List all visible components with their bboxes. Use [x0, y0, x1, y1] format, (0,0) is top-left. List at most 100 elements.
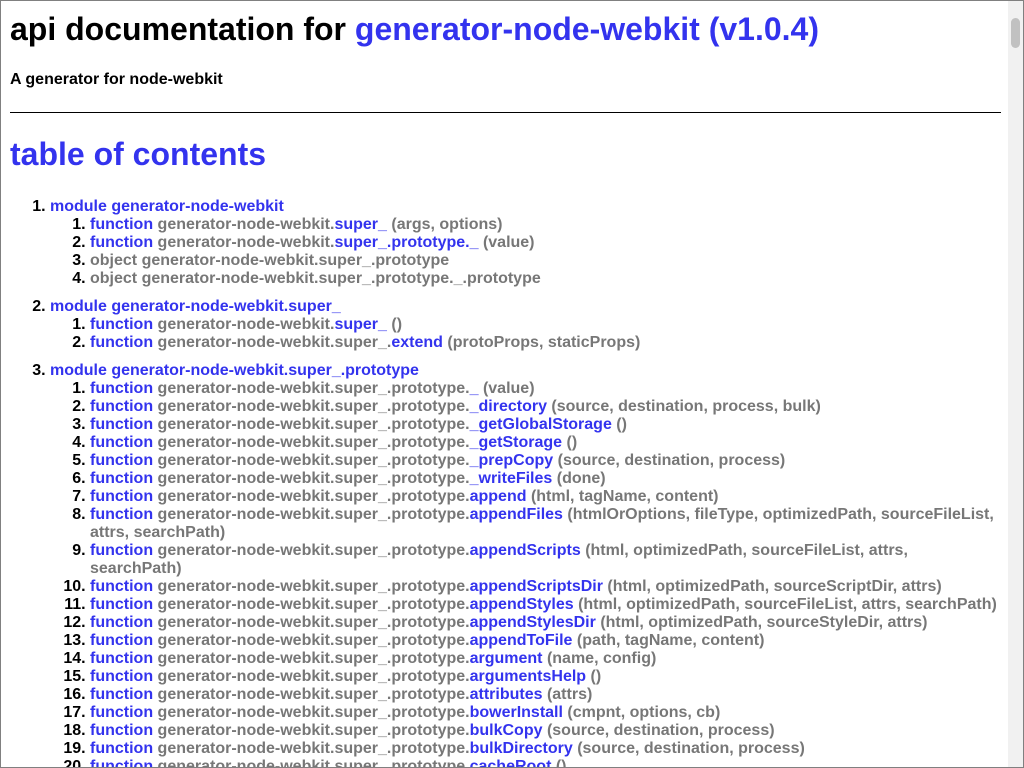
kind-link[interactable]: function	[90, 488, 153, 505]
entry-name-link[interactable]: bowerInstall	[470, 704, 563, 721]
toc-entry: function generator-node-webkit.super_.pr…	[90, 416, 1001, 434]
module-link[interactable]: module generator-node-webkit.super_.prot…	[50, 362, 419, 379]
kind-link[interactable]: function	[90, 380, 153, 397]
kind-link[interactable]: function	[90, 316, 153, 333]
kind-link[interactable]: function	[90, 740, 153, 757]
entry-name-link[interactable]: _prepCopy	[470, 452, 554, 469]
entry-path: generator-node-webkit.super_.prototype.	[157, 434, 470, 451]
toc-entry: function generator-node-webkit.super_.pr…	[90, 740, 1001, 758]
kind-link[interactable]: function	[90, 668, 153, 685]
entry-name-link[interactable]: extend	[391, 334, 443, 351]
entry-name-link[interactable]: super_	[334, 316, 386, 333]
entry-args: (source, destination, process)	[557, 452, 786, 469]
toc-entry: function generator-node-webkit.super_.pr…	[90, 596, 1001, 614]
entry-path: generator-node-webkit.super_.prototype.	[157, 596, 470, 613]
entry-name-link[interactable]: cacheRoot	[470, 758, 552, 767]
entry-name-link[interactable]: super_	[334, 216, 386, 233]
entry-name-link[interactable]: _directory	[470, 398, 547, 415]
toc-entry: function generator-node-webkit.super_.pr…	[90, 506, 1001, 542]
entry-name-link[interactable]: argumentsHelp	[470, 668, 586, 685]
entry-name-link[interactable]: super_.prototype._	[334, 234, 478, 251]
entry-path: generator-node-webkit.super_.prototype	[141, 252, 450, 269]
kind-link[interactable]: function	[90, 542, 153, 559]
divider	[10, 112, 1001, 113]
kind-link[interactable]: function	[90, 470, 153, 487]
kind-link[interactable]: function	[90, 234, 153, 251]
package-description: A generator for node-webkit	[10, 71, 223, 88]
entry-name-link[interactable]: _writeFiles	[470, 470, 553, 487]
page-title-prefix: api documentation for	[10, 11, 355, 47]
toc-function-list: function generator-node-webkit.super_.pr…	[50, 380, 1001, 768]
entry-path: generator-node-webkit.super_.prototype.	[157, 470, 470, 487]
entry-path: generator-node-webkit.super_.prototype.	[157, 380, 470, 397]
toc-heading-link[interactable]: table of contents	[10, 136, 266, 172]
entry-args: (path, tagName, content)	[576, 632, 765, 649]
entry-args: ()	[555, 758, 567, 768]
entry-name-link[interactable]: bulkDirectory	[470, 740, 573, 757]
entry-name-link[interactable]: append	[470, 488, 527, 505]
page-title: api documentation for generator-node-web…	[10, 10, 1001, 48]
kind-link[interactable]: function	[90, 596, 153, 613]
entry-name-link[interactable]: appendScriptsDir	[470, 578, 603, 595]
entry-args: (value)	[482, 234, 535, 251]
kind-link[interactable]: function	[90, 216, 153, 233]
kind-link[interactable]: function	[90, 758, 153, 767]
toc-module-item: module generator-node-webkit.super_funct…	[50, 298, 1001, 352]
toc-entry: object generator-node-webkit.super_.prot…	[90, 270, 1001, 288]
kind-link[interactable]: function	[90, 686, 153, 703]
kind-link[interactable]: function	[90, 416, 153, 433]
module-link[interactable]: module generator-node-webkit	[50, 198, 284, 215]
entry-args: (source, destination, process, bulk)	[551, 398, 821, 415]
kind-link[interactable]: function	[90, 632, 153, 649]
kind-link[interactable]: function	[90, 434, 153, 451]
toc-entry: function generator-node-webkit.super_.pr…	[90, 578, 1001, 596]
entry-args: (name, config)	[546, 650, 657, 667]
kind-link[interactable]: function	[90, 506, 153, 523]
entry-path: generator-node-webkit.super_.	[157, 334, 392, 351]
entry-args: (attrs)	[546, 686, 593, 703]
entry-path: generator-node-webkit.	[157, 316, 335, 333]
kind-link[interactable]: function	[90, 650, 153, 667]
toc-function-list: function generator-node-webkit.super_ (a…	[50, 216, 1001, 288]
entry-path: generator-node-webkit.super_.prototype.	[157, 614, 470, 631]
toc-entry: function generator-node-webkit.super_.pr…	[90, 434, 1001, 452]
entry-args: ()	[590, 668, 602, 685]
entry-name-link[interactable]: appendToFile	[470, 632, 573, 649]
package-link[interactable]: generator-node-webkit (v1.0.4)	[355, 11, 819, 47]
entry-path: generator-node-webkit.super_.prototype.	[157, 578, 470, 595]
entry-name-link[interactable]: _	[470, 380, 479, 397]
entry-path: generator-node-webkit.super_.prototype.	[157, 758, 470, 768]
scrollbar-thumb[interactable]	[1011, 18, 1020, 48]
kind-link[interactable]: function	[90, 452, 153, 469]
entry-name-link[interactable]: _getGlobalStorage	[470, 416, 612, 433]
entry-args: (source, destination, process)	[577, 740, 805, 757]
entry-args: (done)	[556, 470, 606, 487]
kind-link[interactable]: function	[90, 578, 153, 595]
toc-entry: function generator-node-webkit.super_.pr…	[90, 380, 1001, 398]
kind-link[interactable]: function	[90, 614, 153, 631]
entry-args: (source, destination, process)	[546, 722, 775, 739]
kind-link[interactable]: function	[90, 334, 153, 351]
entry-name-link[interactable]: _getStorage	[470, 434, 562, 451]
toc-entry: function generator-node-webkit.super_.pr…	[90, 614, 1001, 632]
toc-module-item: module generator-node-webkitfunction gen…	[50, 198, 1001, 288]
entry-name-link[interactable]: appendFiles	[470, 506, 563, 523]
module-link[interactable]: module generator-node-webkit.super_	[50, 298, 341, 315]
entry-args: (html, optimizedPath, sourceFileList, at…	[578, 596, 997, 613]
kind-link[interactable]: function	[90, 722, 153, 739]
kind-link[interactable]: function	[90, 704, 153, 721]
toc-module-list: module generator-node-webkitfunction gen…	[10, 198, 1001, 768]
toc-entry: function generator-node-webkit.super_.pr…	[90, 234, 1001, 252]
entry-name-link[interactable]: appendScripts	[470, 542, 581, 559]
toc-entry: function generator-node-webkit.super_.pr…	[90, 470, 1001, 488]
entry-name-link[interactable]: argument	[470, 650, 543, 667]
entry-path: generator-node-webkit.super_.prototype.	[157, 632, 470, 649]
kind-link[interactable]: function	[90, 398, 153, 415]
entry-name-link[interactable]: appendStyles	[470, 596, 574, 613]
entry-name-link[interactable]: appendStylesDir	[470, 614, 596, 631]
entry-path: generator-node-webkit.super_.prototype.	[157, 704, 470, 721]
entry-name-link[interactable]: attributes	[470, 686, 543, 703]
vertical-scrollbar[interactable]	[1008, 1, 1023, 767]
entry-name-link[interactable]: bulkCopy	[470, 722, 543, 739]
toc-entry: function generator-node-webkit.super_.ex…	[90, 334, 1001, 352]
